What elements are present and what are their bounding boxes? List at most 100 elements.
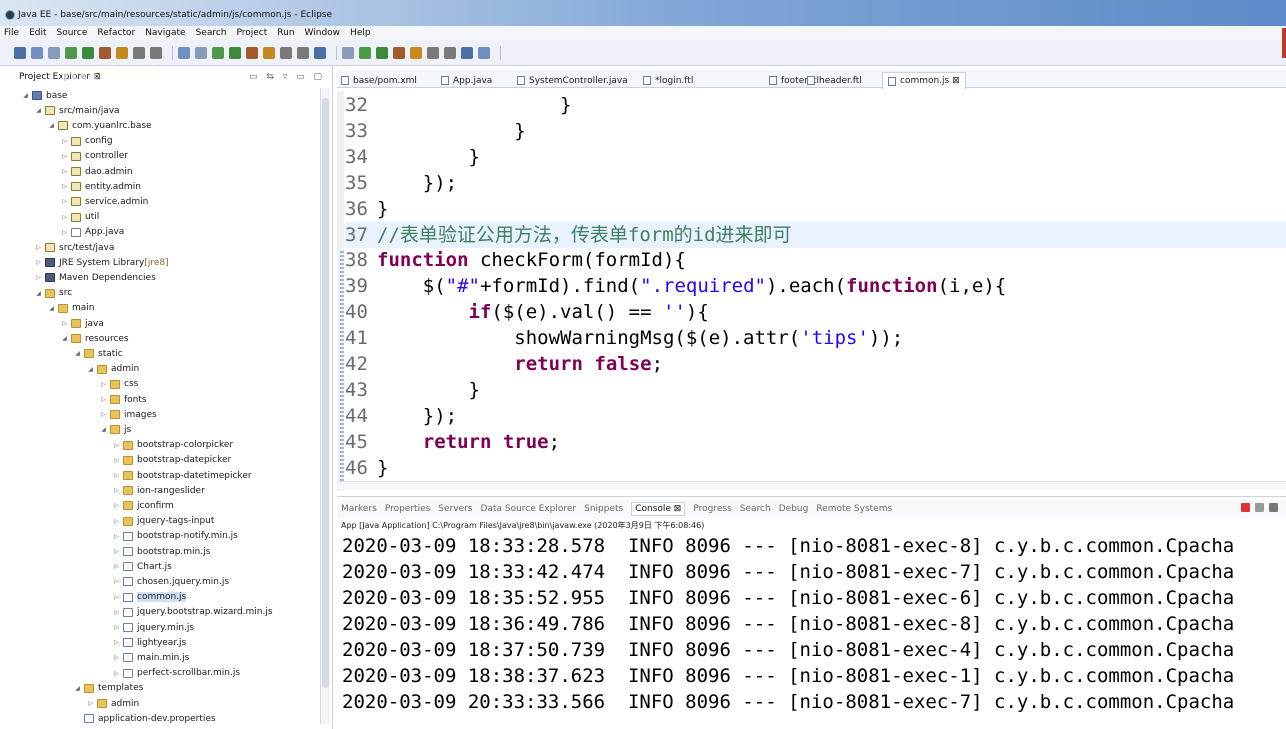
expand-arrow-icon[interactable]: ▷ — [112, 472, 121, 479]
save-icon[interactable] — [31, 46, 43, 59]
remove-all-icon[interactable] — [1269, 503, 1278, 512]
expand-arrow-icon[interactable]: ▷ — [60, 214, 69, 221]
editor-tab-1[interactable]: App.java — [441, 73, 492, 88]
editor-tab-5[interactable]: header.ftl — [807, 73, 862, 88]
menu-item-search[interactable]: Search — [196, 28, 227, 38]
tree-item-main[interactable]: ◢ main — [47, 301, 94, 316]
editor-horizontal-scrollbar[interactable] — [337, 481, 1286, 489]
expand-arrow-icon[interactable]: ▷ — [60, 229, 69, 236]
tree-item-jre-system-library[interactable]: ▷ JRE System Library [jre8] — [34, 255, 168, 270]
expand-arrow-icon[interactable]: ▷ — [112, 670, 121, 677]
expand-arrow-icon[interactable]: ▷ — [112, 518, 121, 525]
tree-item-java[interactable]: ▷ java — [60, 316, 104, 331]
forward-icon[interactable] — [314, 46, 326, 59]
tree-item-admin[interactable]: ◢ admin — [86, 362, 139, 377]
collapse-arrow-icon[interactable]: ◢ — [34, 290, 43, 297]
expand-arrow-icon[interactable]: ▷ — [99, 381, 108, 388]
tree-item-dao-admin[interactable]: ▷ dao.admin — [60, 164, 132, 179]
tree-item-common-js[interactable]: ▷ common.js — [112, 590, 187, 605]
remove-launch-icon[interactable] — [1255, 503, 1264, 512]
expand-arrow-icon[interactable]: ▷ — [112, 639, 121, 646]
expand-arrow-icon[interactable]: ▷ — [112, 609, 121, 616]
tree-item-controller[interactable]: ▷ controller — [60, 149, 128, 164]
new-icon[interactable] — [178, 46, 190, 59]
tree-item-perfect-scrollbar-min-js[interactable]: ▷ perfect-scrollbar.min.js — [112, 666, 240, 681]
new-icon[interactable] — [14, 46, 26, 59]
tree-item-maven-dependencies[interactable]: ▷ Maven Dependencies — [34, 270, 156, 285]
tree-item-jquery-tags-input[interactable]: ▷ jquery-tags-input — [112, 514, 214, 529]
close-window-edge[interactable] — [1282, 28, 1286, 58]
expand-arrow-icon[interactable]: ▷ — [112, 442, 121, 449]
print-icon[interactable] — [212, 46, 224, 59]
expand-arrow-icon[interactable]: ▷ — [112, 654, 121, 661]
search-icon[interactable] — [116, 46, 128, 59]
tree-scrollbar[interactable] — [320, 88, 330, 724]
tree-item-admin[interactable]: ▷ admin — [86, 696, 139, 711]
expand-arrow-icon[interactable]: ▷ — [86, 700, 95, 707]
console-tab-properties[interactable]: Properties — [385, 504, 430, 514]
collapse-arrow-icon[interactable]: ◢ — [86, 366, 95, 373]
run-icon[interactable] — [82, 46, 94, 59]
tree-item-jquery-min-js[interactable]: ▷ jquery.min.js — [112, 620, 194, 635]
tree-item-src-test-java[interactable]: ▷ src/test/java — [34, 240, 114, 255]
tree-item-entity-admin[interactable]: ▷ entity.admin — [60, 179, 141, 194]
collapse-arrow-icon[interactable]: ◢ — [60, 335, 69, 342]
tree-item-resources[interactable]: ◢ resources — [60, 331, 128, 346]
expand-arrow-icon[interactable]: ▷ — [60, 153, 69, 160]
menu-item-run[interactable]: Run — [277, 28, 294, 38]
expand-arrow-icon[interactable]: ▷ — [112, 457, 121, 464]
tree-item-com-yuanlrc-base[interactable]: ◢ com.yuanlrc.base — [47, 118, 151, 133]
search-icon[interactable] — [280, 46, 292, 59]
editor-tab-3[interactable]: *login.ftl — [643, 73, 693, 88]
expand-arrow-icon[interactable]: ▷ — [60, 138, 69, 145]
tree-item-util[interactable]: ▷ util — [60, 210, 99, 225]
debug-icon[interactable] — [229, 46, 241, 59]
debug-icon[interactable] — [65, 46, 77, 59]
save-icon[interactable] — [195, 46, 207, 59]
tree-item-bootstrap-notify-min-js[interactable]: ▷ bootstrap-notify.min.js — [112, 529, 238, 544]
expand-arrow-icon[interactable]: ▷ — [112, 624, 121, 631]
tree-item-application-dev-properties[interactable]: application-dev.properties — [73, 711, 216, 726]
back-icon[interactable] — [461, 46, 473, 59]
expand-arrow-icon[interactable]: ▷ — [60, 320, 69, 327]
console-tab-debug[interactable]: Debug — [779, 504, 809, 514]
collapse-arrow-icon[interactable]: ◢ — [34, 107, 43, 114]
collapse-arrow-icon[interactable]: ◢ — [73, 685, 82, 692]
collapse-arrow-icon[interactable]: ◢ — [99, 426, 108, 433]
back-icon[interactable] — [297, 46, 309, 59]
expand-arrow-icon[interactable]: ▷ — [112, 548, 121, 555]
tree-item-chosen-jquery-min-js[interactable]: ▷ chosen.jquery.min.js — [112, 574, 229, 589]
tree-item-bootstrap-datepicker[interactable]: ▷ bootstrap-datepicker — [112, 453, 231, 468]
scrollbar-thumb[interactable] — [322, 98, 329, 688]
terminate-icon[interactable] — [1241, 503, 1250, 512]
tree-item-app-java[interactable]: ▷ App.java — [60, 225, 124, 240]
expand-arrow-icon[interactable]: ▷ — [112, 502, 121, 509]
tree-item-config[interactable]: ▷ config — [60, 134, 112, 149]
menu-item-file[interactable]: File — [4, 28, 19, 38]
editor-tab-0[interactable]: base/pom.xml — [341, 73, 417, 88]
print-icon[interactable] — [48, 46, 60, 59]
expand-arrow-icon[interactable]: ▷ — [99, 396, 108, 403]
expand-arrow-icon[interactable]: ▷ — [60, 168, 69, 175]
expand-arrow-icon[interactable]: ▷ — [112, 533, 121, 540]
tree-item-ion-rangeslider[interactable]: ▷ ion-rangeslider — [112, 483, 205, 498]
external-tools-icon[interactable] — [263, 46, 275, 59]
menu-item-edit[interactable]: Edit — [29, 28, 46, 38]
tree-item-main-min-js[interactable]: ▷ main.min.js — [112, 650, 189, 665]
console-tab-search[interactable]: Search — [740, 504, 771, 514]
expand-arrow-icon[interactable]: ▷ — [60, 183, 69, 190]
run-icon[interactable] — [246, 46, 258, 59]
view-menu-buttons[interactable]: ▭ ⇆ ▿ ▭ ▢ — [249, 72, 325, 82]
new-icon[interactable] — [342, 46, 354, 59]
run-icon[interactable] — [410, 46, 422, 59]
tree-item-js[interactable]: ◢ js — [99, 422, 131, 437]
tree-item-src[interactable]: ◢ src — [34, 286, 72, 301]
console-tab-progress[interactable]: Progress — [693, 504, 731, 514]
editor-tab-2[interactable]: SystemController.java — [517, 73, 628, 88]
expand-arrow-icon[interactable]: ▷ — [34, 244, 43, 251]
menu-item-project[interactable]: Project — [236, 28, 267, 38]
expand-arrow-icon[interactable]: ▷ — [112, 578, 121, 585]
expand-arrow-icon[interactable]: ▷ — [112, 487, 121, 494]
expand-arrow-icon[interactable]: ▷ — [60, 198, 69, 205]
console-tab-remote-systems[interactable]: Remote Systems — [816, 504, 892, 514]
